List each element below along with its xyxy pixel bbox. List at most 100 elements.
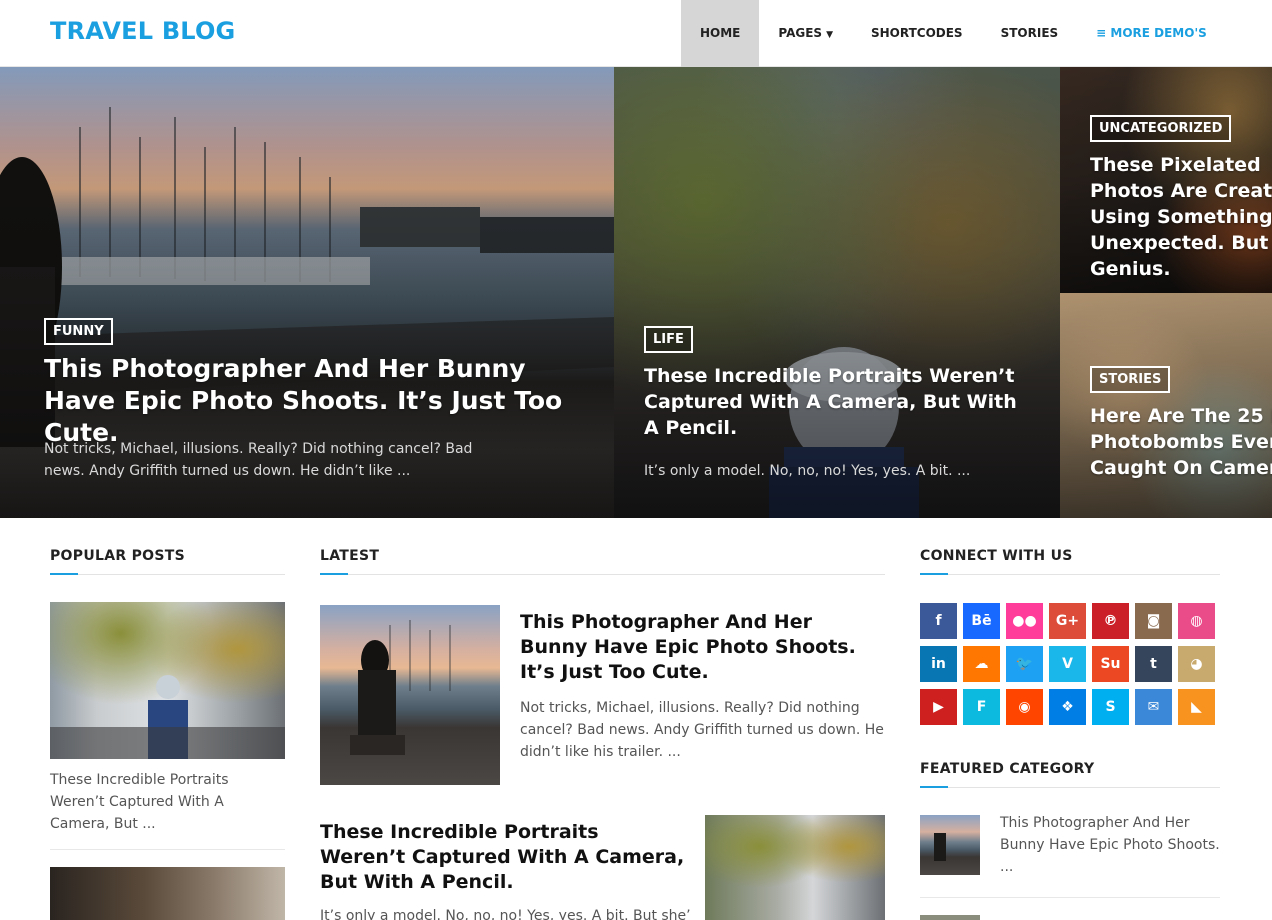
instagram-button[interactable]: ◙: [1135, 603, 1172, 639]
harbor-thumb-illustration: [350, 620, 451, 755]
nav-shortcodes-label: SHORTCODES: [870, 26, 963, 40]
github-icon: ◕: [1190, 656, 1203, 672]
nav-pages-label: PAGES: [778, 26, 823, 40]
behance-icon: Bē: [971, 613, 992, 629]
street-thumb-image: [705, 815, 885, 920]
featured-post-thumb-2[interactable]: [920, 915, 980, 920]
caret-down-icon: ▼: [826, 30, 833, 40]
dribbble-button[interactable]: ◍: [1178, 603, 1215, 639]
linkedin-button[interactable]: in: [920, 646, 957, 682]
hero-title-uncategorized[interactable]: These Pixelated Photos Are Created Using…: [1090, 152, 1272, 282]
facebook-icon: f: [935, 613, 942, 629]
connect-heading: CONNECT WITH US: [920, 548, 1073, 564]
category-badge-stories[interactable]: STORIES: [1090, 366, 1171, 393]
dropbox-button[interactable]: ❖: [1049, 689, 1086, 725]
hero-grid: FUNNY This Photographer And Her Bunny Ha…: [0, 67, 1272, 518]
google-plus-button[interactable]: G+: [1049, 603, 1086, 639]
list-divider: [50, 849, 285, 850]
twitter-button[interactable]: 🐦: [1006, 646, 1043, 682]
latest-post-thumb-2[interactable]: [705, 815, 885, 920]
rss-button[interactable]: ◣: [1178, 689, 1215, 725]
section-accent: [920, 786, 948, 788]
dropbox-icon: ❖: [1061, 699, 1074, 715]
flickr-button[interactable]: ●●: [1006, 603, 1043, 639]
hero-tile-funny[interactable]: FUNNY This Photographer And Her Bunny Ha…: [0, 67, 614, 518]
popular-post-title[interactable]: These Incredible Portraits Weren’t Captu…: [50, 769, 260, 835]
reddit-button[interactable]: ◉: [1006, 689, 1043, 725]
nav-home-label: HOME: [700, 26, 741, 40]
reddit-icon: ◉: [1018, 699, 1031, 715]
skype-button[interactable]: S: [1092, 689, 1129, 725]
stumbleupon-icon: Su: [1100, 656, 1121, 672]
street-thumb-illustration: [50, 675, 285, 759]
github-button[interactable]: ◕: [1178, 646, 1215, 682]
pinterest-button[interactable]: ℗: [1092, 603, 1129, 639]
facebook-button[interactable]: f: [920, 603, 957, 639]
youtube-button[interactable]: ▶: [920, 689, 957, 725]
section-divider: [920, 787, 1220, 788]
youtube-icon: ▶: [933, 699, 944, 715]
email-icon: ✉: [1147, 699, 1160, 715]
nav-stories[interactable]: STORIES: [982, 0, 1078, 67]
flickr-icon: ●●: [1012, 613, 1037, 629]
category-badge-uncategorized[interactable]: UNCATEGORIZED: [1090, 115, 1232, 142]
harbor-thumb-illustration: [934, 833, 946, 861]
stumbleupon-button[interactable]: Su: [1092, 646, 1129, 682]
nav-home[interactable]: HOME: [681, 0, 760, 67]
latest-heading: LATEST: [320, 548, 380, 564]
nav-stories-label: STORIES: [1000, 26, 1059, 40]
main-nav: HOME PAGES ▼ SHORTCODES STORIES ≡ MORE DE…: [681, 0, 1226, 67]
category-badge-funny[interactable]: FUNNY: [44, 318, 113, 345]
hero-title-life[interactable]: These Incredible Portraits Weren’t Captu…: [644, 363, 1034, 441]
tumblr-button[interactable]: t: [1135, 646, 1172, 682]
twitter-icon: 🐦: [1015, 656, 1034, 672]
hero-tile-life[interactable]: LIFE These Incredible Portraits Weren’t …: [614, 67, 1060, 518]
latest-post-title-1[interactable]: This Photographer And Her Bunny Have Epi…: [520, 610, 885, 685]
hero-title-stories[interactable]: Here Are The 25 Best Photobombs Ever Cau…: [1090, 403, 1272, 481]
category-badge-life[interactable]: LIFE: [644, 326, 693, 353]
behance-button[interactable]: Bē: [963, 603, 1000, 639]
featured-category-heading: FEATURED CATEGORY: [920, 761, 1095, 777]
list-divider: [920, 897, 1220, 898]
vimeo-button[interactable]: V: [1049, 646, 1086, 682]
section-divider: [50, 574, 285, 575]
latest-post-thumb[interactable]: [320, 605, 500, 785]
skype-icon: S: [1105, 699, 1116, 715]
latest-post-excerpt-1: Not tricks, Michael, illusions. Really? …: [520, 700, 884, 760]
popular-post-thumb-2[interactable]: [50, 867, 285, 920]
hero-shade: [614, 67, 1060, 518]
car-thumb-image: [50, 867, 285, 920]
section-divider: [920, 574, 1220, 575]
hero-tile-uncategorized[interactable]: UNCATEGORIZED These Pixelated Photos Are…: [1060, 67, 1272, 293]
street-thumb-image: [920, 915, 980, 920]
site-header: TRAVEL BLOG HOME PAGES ▼ SHORTCODES STORI…: [0, 0, 1272, 67]
google-plus-icon: G+: [1055, 613, 1080, 629]
section-accent: [920, 573, 948, 575]
nav-shortcodes[interactable]: SHORTCODES: [852, 0, 982, 67]
foursquare-button[interactable]: F: [963, 689, 1000, 725]
tumblr-icon: t: [1150, 656, 1157, 672]
featured-post-title[interactable]: This Photographer And Her Bunny Have Epi…: [1000, 812, 1220, 878]
nav-more-demos[interactable]: ≡ MORE DEMO'S: [1077, 0, 1226, 67]
featured-post-thumb[interactable]: [920, 815, 980, 875]
site-logo[interactable]: TRAVEL BLOG: [50, 17, 235, 45]
soundcloud-icon: ☁: [974, 656, 989, 672]
email-button[interactable]: ✉: [1135, 689, 1172, 725]
pinterest-icon: ℗: [1103, 613, 1118, 629]
nav-more-demos-label: ≡ MORE DEMO'S: [1096, 26, 1207, 40]
section-divider: [320, 574, 885, 575]
hero-title-funny[interactable]: This Photographer And Her Bunny Have Epi…: [44, 353, 584, 449]
hero-excerpt-life: It’s only a model. No, no, no! Yes, yes.…: [644, 463, 971, 479]
hero-tile-stories[interactable]: STORIES Here Are The 25 Best Photobombs …: [1060, 293, 1272, 518]
section-accent: [50, 573, 78, 575]
nav-pages[interactable]: PAGES ▼: [759, 0, 852, 67]
instagram-icon: ◙: [1146, 613, 1161, 629]
latest-post-title-2[interactable]: These Incredible Portraits Weren’t Captu…: [320, 820, 690, 895]
dribbble-icon: ◍: [1190, 613, 1203, 629]
linkedin-icon: in: [931, 656, 946, 672]
foursquare-icon: F: [976, 699, 987, 715]
popular-post-thumb[interactable]: [50, 602, 285, 759]
popular-posts-heading: POPULAR POSTS: [50, 548, 185, 564]
rss-icon: ◣: [1191, 699, 1202, 715]
soundcloud-button[interactable]: ☁: [963, 646, 1000, 682]
